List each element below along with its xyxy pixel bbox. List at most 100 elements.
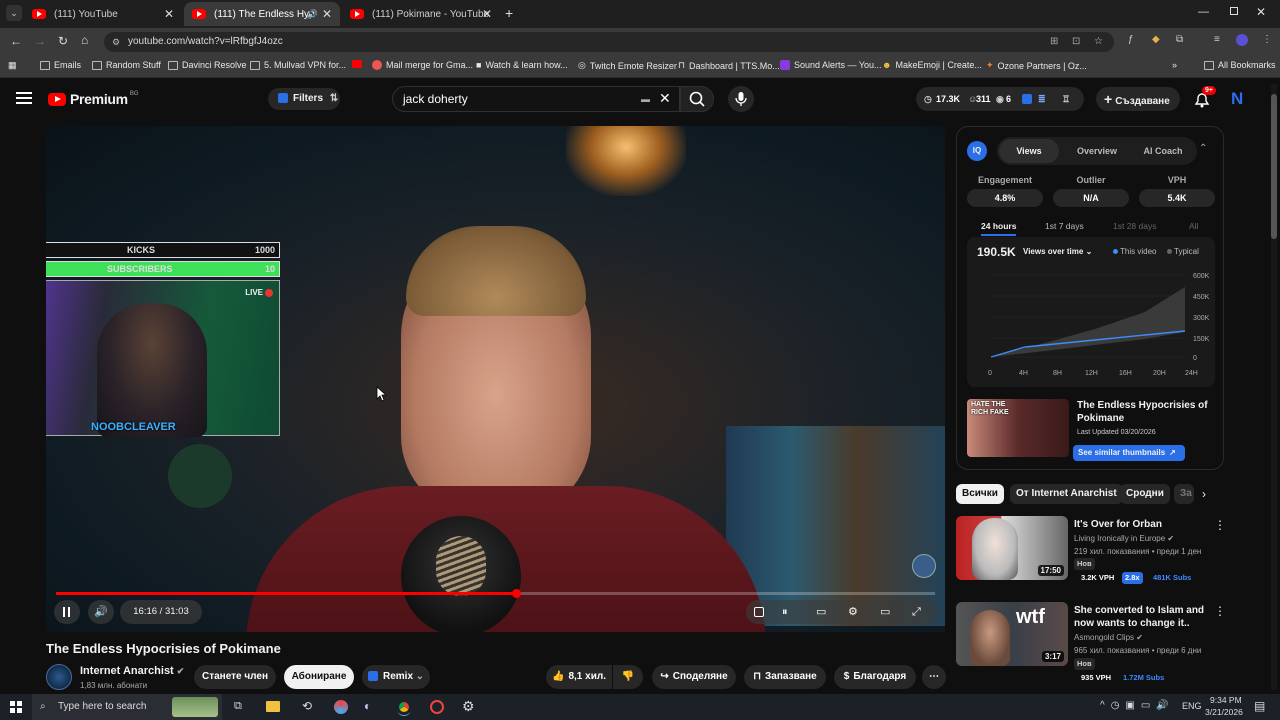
tab-ai-coach[interactable]: AI Coach xyxy=(1131,139,1195,163)
dislike-button[interactable]: 👎 xyxy=(613,665,643,689)
account-avatar[interactable]: N xyxy=(1231,90,1249,108)
close-tab-icon[interactable]: ✕ xyxy=(164,7,174,21)
like-button[interactable]: 👍 8,1 хил. xyxy=(546,665,612,689)
subtitles-icon[interactable]: ▭ xyxy=(816,600,826,624)
clock-time[interactable]: 9:34 PM xyxy=(1210,695,1242,705)
settings-gear-icon[interactable]: ⚙ xyxy=(848,600,858,624)
back-icon[interactable]: ← xyxy=(10,34,22,48)
browser-tab[interactable]: (111) Pokimane - YouTube ✕ xyxy=(342,2,500,26)
app-icon[interactable] xyxy=(334,700,348,714)
settings-gear-icon[interactable]: ⚙ xyxy=(462,698,475,715)
clear-search-icon[interactable]: ✕ xyxy=(659,86,671,110)
language-indicator[interactable]: ENG xyxy=(1182,701,1202,711)
hamburger-menu-icon[interactable] xyxy=(16,92,32,104)
thanks-button[interactable]: $ Благодаря xyxy=(834,665,916,689)
app-icon[interactable]: ⟲ xyxy=(302,699,312,713)
chip-for[interactable]: За xyxy=(1174,484,1194,504)
voice-search-button[interactable] xyxy=(728,86,754,112)
play-pause-button[interactable] xyxy=(54,600,80,624)
windows-start-icon[interactable] xyxy=(10,701,22,713)
bookmark-item[interactable]: Davinci Resolve xyxy=(168,60,247,70)
chart-mode-dropdown[interactable]: Views over time ⌄ xyxy=(1023,247,1092,256)
media-controls-icon[interactable]: ≡ xyxy=(1214,34,1220,45)
chrome-icon[interactable] xyxy=(396,699,412,715)
rec-more-icon[interactable]: ⋮ xyxy=(1214,604,1226,618)
tab-overview[interactable]: Overview xyxy=(1065,139,1129,163)
recommendation-item[interactable]: wtf 3:17 She converted to Islam and now … xyxy=(956,602,1226,682)
new-tab-button[interactable]: + xyxy=(505,5,513,21)
video-progress-scrubber[interactable] xyxy=(511,589,521,598)
chips-next-icon[interactable]: › xyxy=(1202,487,1206,501)
join-button[interactable]: Станете член xyxy=(194,665,276,689)
tray-icons[interactable]: ^◷▣▭🔊 xyxy=(1100,700,1175,711)
recommendation-item[interactable]: 17:50 It's Over for Orban ⋮ Living Ironi… xyxy=(956,516,1226,588)
taskbar-search[interactable]: ⌕ Type here to search xyxy=(32,694,222,720)
range-first-7-days[interactable]: 1st 7 days xyxy=(1045,221,1084,231)
notifications-button[interactable]: 9+ xyxy=(1192,86,1216,110)
range-24-hours[interactable]: 24 hours xyxy=(981,221,1017,236)
bookmark-star-icon[interactable]: ☆ xyxy=(1094,32,1103,52)
channel-watermark-icon[interactable] xyxy=(912,554,936,578)
close-tab-icon[interactable]: ✕ xyxy=(482,7,492,21)
close-window-icon[interactable]: ✕ xyxy=(1256,5,1266,19)
tab-search-button[interactable]: ⌄ xyxy=(6,5,22,21)
search-button[interactable] xyxy=(680,86,714,112)
speaker-icon[interactable]: 🔊 xyxy=(307,9,318,20)
see-similar-thumbnails-button[interactable]: See similar thumbnails ↗ xyxy=(1073,445,1185,461)
range-first-28-days[interactable]: 1st 28 days xyxy=(1113,221,1156,231)
video-progress-bar[interactable] xyxy=(56,589,935,598)
install-icon[interactable]: ⊡ xyxy=(1072,32,1080,52)
all-bookmarks[interactable]: All Bookmarks xyxy=(1204,60,1276,70)
filters-button[interactable]: Filters ⇅ xyxy=(268,88,340,110)
bookmark-item[interactable] xyxy=(352,60,362,68)
notification-center-icon[interactable]: ▤ xyxy=(1254,699,1265,713)
minimize-window-icon[interactable]: — xyxy=(1198,6,1209,18)
app-icon[interactable] xyxy=(430,700,444,714)
bookmark-item[interactable]: ☻ MakeEmoji | Create... xyxy=(882,60,982,70)
create-button[interactable]: + Създаване xyxy=(1096,87,1180,111)
page-scrollbar[interactable] xyxy=(1271,84,1277,690)
bookmark-item[interactable]: Mail merge for Gma... xyxy=(372,60,473,70)
restore-window-icon[interactable] xyxy=(1230,7,1238,15)
translate-icon[interactable]: ⊞ xyxy=(1050,32,1058,52)
scrollbar-thumb[interactable] xyxy=(1271,94,1277,239)
bookmark-item[interactable]: Emails xyxy=(40,60,81,70)
steam-icon[interactable]: ◐ xyxy=(364,699,371,713)
address-bar[interactable]: ⚙ youtube.com/watch?v=lRfbgfJ4ozc ⊞ ⊡ ☆ xyxy=(104,32,1114,52)
iq-logo-icon[interactable] xyxy=(754,607,764,617)
extension-icon[interactable]: ƒ xyxy=(1128,34,1134,45)
close-tab-icon[interactable]: ✕ xyxy=(322,7,332,21)
theater-mode-icon[interactable]: ▭ xyxy=(880,600,890,624)
share-button[interactable]: ↪ Споделяне xyxy=(652,665,736,689)
bookmark-item[interactable]: ■ Watch & learn how... xyxy=(476,60,568,70)
keyboard-icon[interactable]: ▬ xyxy=(641,87,650,111)
video-player[interactable]: 1 KICKS 1000 13 SUBSCRIBERS 10 LIVE NOOB… xyxy=(46,126,945,632)
reload-icon[interactable]: ↻ xyxy=(58,34,68,48)
channel-name[interactable]: Internet Anarchist ✔ xyxy=(80,665,184,677)
channel-stats-bar[interactable]: ◷ 17.3K ☺ 311 ◉ 6 ≣ ♖ xyxy=(916,87,1084,111)
tab-views[interactable]: Views xyxy=(999,139,1059,163)
bookmark-item[interactable]: Sound Alerts — You... xyxy=(780,60,882,70)
bookmark-item[interactable]: Random Stuff xyxy=(92,60,161,70)
volume-button[interactable]: 🔊 xyxy=(88,600,114,624)
home-icon[interactable]: ⌂ xyxy=(81,33,88,47)
youtube-logo[interactable]: Premium BG xyxy=(48,91,138,107)
rec-more-icon[interactable]: ⋮ xyxy=(1214,518,1226,532)
menu-kebab-icon[interactable]: ⋮ xyxy=(1262,34,1272,45)
task-view-icon[interactable]: ⧉ xyxy=(234,700,242,713)
file-explorer-icon[interactable] xyxy=(266,701,280,712)
apps-grid-icon[interactable]: ▦ xyxy=(8,60,17,71)
range-all[interactable]: All xyxy=(1189,221,1198,231)
forward-icon[interactable]: → xyxy=(34,34,46,48)
extensions-puzzle-icon[interactable]: ⧉ xyxy=(1176,34,1183,45)
bookmark-item[interactable]: ⊓ Dashboard | TTS.Mo... xyxy=(678,60,780,71)
clock-date[interactable]: 3/21/2026 xyxy=(1205,707,1243,717)
save-button[interactable]: ⊓ Запазване xyxy=(744,665,826,689)
more-bookmarks-icon[interactable]: » xyxy=(1172,60,1177,70)
fullscreen-icon[interactable]: ⤢ xyxy=(912,600,921,624)
chip-from-channel[interactable]: От Internet Anarchist xyxy=(1010,484,1123,504)
autoplay-toggle-icon[interactable]: ⏸ xyxy=(782,600,788,624)
chip-all[interactable]: Всички xyxy=(956,484,1004,504)
browser-tab-active[interactable]: (111) The Endless Hypocrisi 🔊 ✕ xyxy=(184,2,340,26)
more-actions-button[interactable]: ⋯ xyxy=(922,665,946,689)
